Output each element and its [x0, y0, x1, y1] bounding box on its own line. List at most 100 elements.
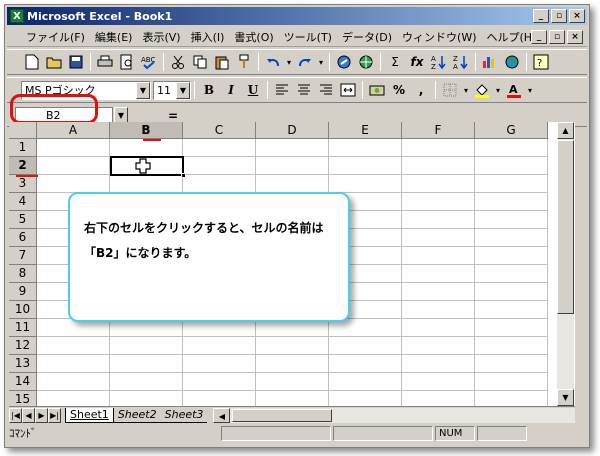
grid-cell[interactable]	[256, 391, 329, 406]
italic-button[interactable]: I	[220, 79, 242, 101]
grid-cell[interactable]	[402, 193, 475, 211]
grid-cell[interactable]	[329, 139, 402, 157]
restore-button[interactable]: ▫	[551, 9, 567, 23]
grid-cell[interactable]	[402, 265, 475, 283]
grid-cell[interactable]	[110, 355, 183, 373]
grid-cell[interactable]	[37, 391, 110, 406]
fill-dropdown-icon[interactable]: ▾	[493, 79, 503, 101]
horizontal-scrollbar[interactable]: ◀	[213, 407, 575, 423]
bold-button[interactable]: B	[198, 79, 220, 101]
grid-cell[interactable]	[475, 301, 548, 319]
grid-cell[interactable]	[256, 355, 329, 373]
grid-cell[interactable]	[329, 391, 402, 406]
grid-cell[interactable]	[256, 175, 329, 193]
grid-cell[interactable]	[475, 229, 548, 247]
doc-close-button[interactable]: ×	[567, 30, 583, 44]
grid-cell[interactable]	[37, 355, 110, 373]
menu-format[interactable]: 書式(O)	[229, 29, 278, 45]
grid-cell[interactable]	[475, 337, 548, 355]
row-header[interactable]: 3	[9, 175, 37, 193]
row-header[interactable]: 5	[9, 211, 37, 229]
grid-cell[interactable]	[402, 301, 475, 319]
font-size-combo[interactable]: 11 ▼	[153, 80, 191, 100]
paste-icon[interactable]	[211, 51, 233, 73]
prev-sheet-icon[interactable]: ◀	[22, 407, 35, 423]
column-header-f[interactable]: F	[402, 122, 475, 139]
row-header[interactable]: 7	[9, 247, 37, 265]
fill-handle[interactable]	[181, 173, 186, 178]
font-color-dropdown-icon[interactable]: ▾	[525, 79, 535, 101]
align-left-icon[interactable]	[271, 79, 293, 101]
doc-restore-button[interactable]: ▫	[549, 30, 565, 44]
grid-cell[interactable]	[183, 337, 256, 355]
align-center-icon[interactable]	[293, 79, 315, 101]
grid-cell[interactable]	[329, 157, 402, 175]
grid-cell[interactable]	[475, 373, 548, 391]
new-file-icon[interactable]	[21, 51, 43, 73]
grid-cell[interactable]	[402, 247, 475, 265]
row-header[interactable]: 15	[9, 391, 37, 406]
grid-cell[interactable]	[110, 373, 183, 391]
doc-minimize-button[interactable]: _	[531, 30, 547, 44]
row-header[interactable]: 12	[9, 337, 37, 355]
open-folder-icon[interactable]	[43, 51, 65, 73]
cut-icon[interactable]	[167, 51, 189, 73]
grid-cell[interactable]	[402, 211, 475, 229]
grid-cell[interactable]	[475, 157, 548, 175]
grid-cell[interactable]	[256, 337, 329, 355]
chart-wizard-icon[interactable]	[479, 51, 501, 73]
row-header[interactable]: 10	[9, 301, 37, 319]
grid-cell[interactable]	[329, 175, 402, 193]
grid-cell[interactable]	[402, 355, 475, 373]
redo-dropdown-icon[interactable]: ▾	[316, 51, 326, 73]
currency-icon[interactable]	[366, 79, 388, 101]
grid-cell[interactable]	[37, 337, 110, 355]
grid-cell[interactable]	[402, 157, 475, 175]
grid-cell[interactable]	[475, 247, 548, 265]
sheet-tab-3[interactable]: Sheet3	[160, 408, 208, 423]
row-header[interactable]: 14	[9, 373, 37, 391]
grid-cell[interactable]	[475, 211, 548, 229]
print-icon[interactable]	[94, 51, 116, 73]
row-header[interactable]: 11	[9, 319, 37, 337]
office-assistant-icon[interactable]: ?	[530, 51, 552, 73]
grid-cell[interactable]	[183, 139, 256, 157]
sort-descending-icon[interactable]: ZA	[450, 51, 472, 73]
column-header-b[interactable]: B	[110, 122, 183, 139]
autosum-icon[interactable]: Σ	[384, 51, 406, 73]
grid-cell[interactable]	[475, 391, 548, 406]
grid-cell[interactable]	[402, 337, 475, 355]
column-header-a[interactable]: A	[37, 122, 110, 139]
grid-cell[interactable]	[402, 175, 475, 193]
column-header-c[interactable]: C	[183, 122, 256, 139]
save-icon[interactable]	[65, 51, 87, 73]
redo-icon[interactable]	[294, 51, 316, 73]
row-header[interactable]: 9	[9, 283, 37, 301]
grid-cell[interactable]	[402, 319, 475, 337]
hyperlink-icon[interactable]	[333, 51, 355, 73]
row-header[interactable]: 2	[9, 157, 37, 175]
grid-cell[interactable]	[110, 391, 183, 406]
grid-cell[interactable]	[183, 391, 256, 406]
grid-cell[interactable]	[37, 175, 110, 193]
underline-button[interactable]: U	[242, 79, 264, 101]
grid-cell[interactable]	[37, 139, 110, 157]
map-icon[interactable]	[501, 51, 523, 73]
grid-cell[interactable]	[183, 373, 256, 391]
undo-dropdown-icon[interactable]: ▾	[284, 51, 294, 73]
grid-cell[interactable]	[402, 391, 475, 406]
grid-cell[interactable]	[402, 373, 475, 391]
sort-ascending-icon[interactable]: AZ	[428, 51, 450, 73]
chevron-down-icon[interactable]: ▼	[176, 81, 190, 99]
row-header[interactable]: 4	[9, 193, 37, 211]
grid-cell[interactable]	[475, 319, 548, 337]
grid-cell[interactable]	[110, 175, 183, 193]
borders-icon[interactable]	[439, 79, 461, 101]
grid-cell[interactable]	[475, 193, 548, 211]
comma-button[interactable]: ,	[410, 79, 432, 101]
scroll-down-arrow-icon[interactable]: ▼	[557, 389, 574, 406]
chevron-down-icon[interactable]: ▼	[136, 81, 150, 99]
first-sheet-icon[interactable]: |◀	[9, 407, 22, 423]
merge-center-icon[interactable]	[337, 79, 359, 101]
spellcheck-icon[interactable]: ABC	[138, 51, 160, 73]
